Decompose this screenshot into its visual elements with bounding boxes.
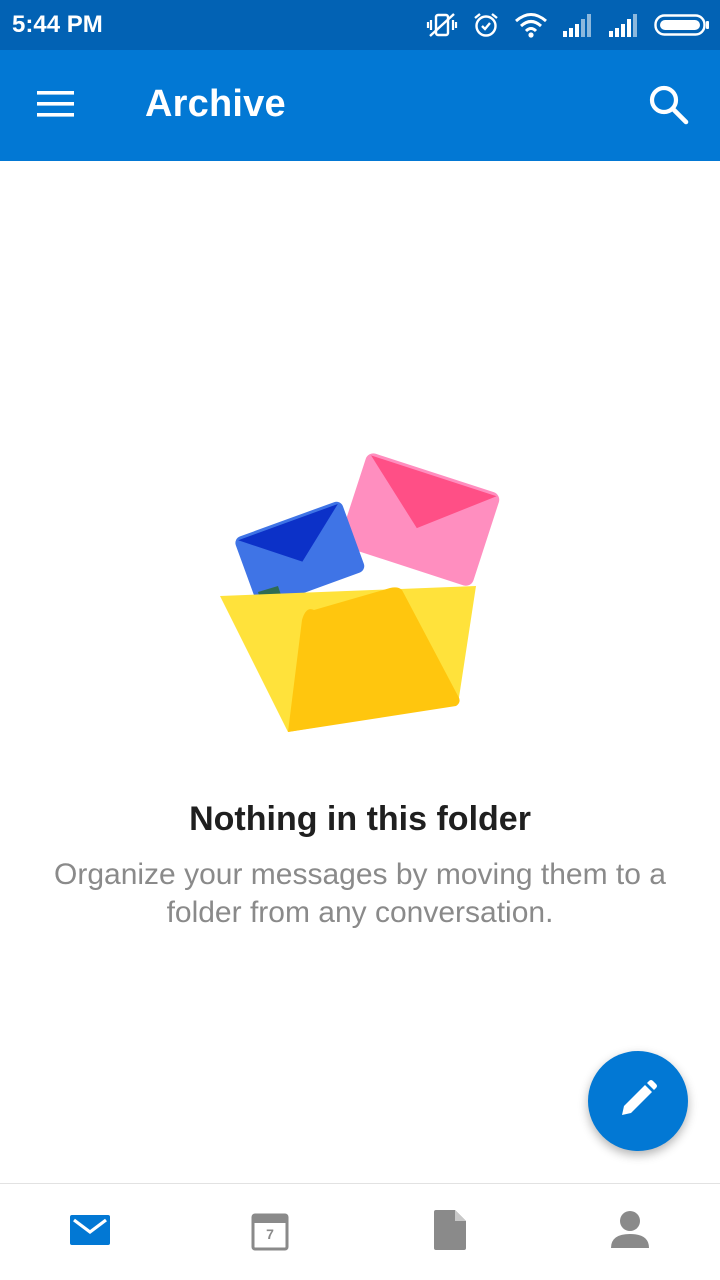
status-time: 5:44 PM (12, 11, 103, 38)
status-bar: 5:44 PM (0, 0, 720, 50)
page-title: Archive (145, 83, 286, 125)
person-icon (610, 1210, 650, 1255)
status-icons (426, 8, 710, 42)
empty-state-description: Organize your messages by moving them to… (54, 858, 666, 929)
pencil-compose-icon (618, 1079, 658, 1124)
search-icon (646, 82, 690, 131)
alarm-icon (472, 11, 500, 39)
hamburger-menu-icon (36, 89, 76, 124)
nav-item-people[interactable] (540, 1184, 720, 1280)
bottom-nav: 7 (0, 1183, 720, 1280)
file-icon (433, 1209, 467, 1256)
menu-button[interactable] (26, 80, 86, 132)
nav-item-files[interactable] (360, 1184, 540, 1280)
folder-with-envelopes-illustration (200, 440, 520, 750)
wifi-icon (514, 11, 548, 39)
nav-item-mail[interactable] (0, 1184, 180, 1280)
signal-icon (608, 13, 640, 37)
mail-icon (69, 1213, 111, 1252)
compose-button[interactable] (588, 1051, 688, 1151)
battery-icon (654, 13, 710, 37)
signal-icon (562, 13, 594, 37)
app-bar: Archive (0, 50, 720, 161)
calendar-icon: 7 (251, 1213, 289, 1251)
search-button[interactable] (640, 78, 696, 134)
calendar-day: 7 (266, 1225, 274, 1242)
empty-state-title: Nothing in this folder (189, 800, 531, 838)
nav-item-calendar[interactable]: 7 (180, 1184, 360, 1280)
vibrate-off-icon (426, 11, 458, 39)
